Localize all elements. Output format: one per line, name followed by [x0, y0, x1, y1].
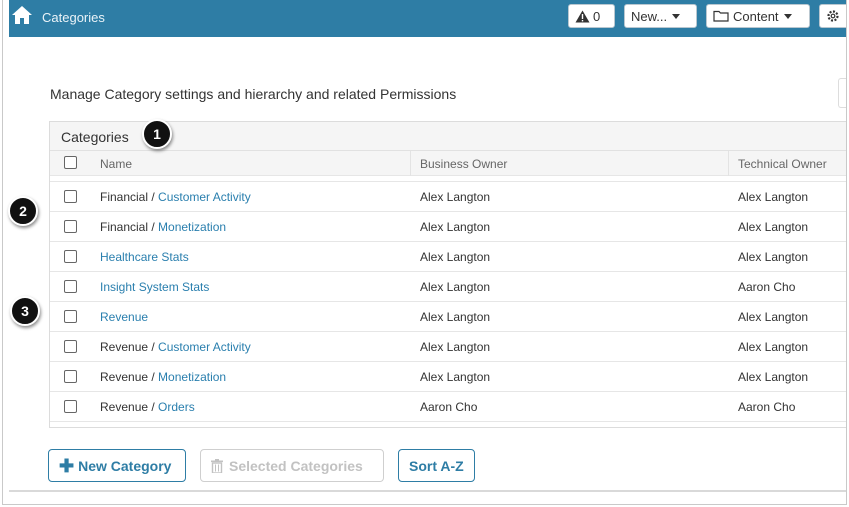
toolbar-button-partial[interactable]	[838, 78, 846, 108]
category-parent: Revenue /	[100, 400, 159, 414]
content-menu-button[interactable]: Content	[706, 4, 810, 28]
row-checkbox[interactable]	[64, 310, 77, 323]
business-owner-cell: Alex Langton	[420, 310, 491, 324]
category-link[interactable]: Insight System Stats	[100, 280, 209, 294]
business-owner-cell: Alex Langton	[420, 340, 491, 354]
table-row: Revenue Alex Langton Alex Langton	[50, 302, 846, 332]
table-row: Revenue / Customer Activity Alex Langton…	[50, 332, 846, 362]
table-row: Revenue / Monetization Alex Langton Alex…	[50, 362, 846, 392]
category-name-cell: Revenue / Orders	[100, 400, 195, 414]
category-parent: Financial /	[100, 220, 159, 234]
callout-badge-1: 1	[142, 119, 172, 149]
business-owner-cell: Alex Langton	[420, 280, 491, 294]
table-row: Revenue / Orders Aaron Cho Aaron Cho	[50, 392, 846, 422]
row-checkbox[interactable]	[64, 400, 77, 413]
column-divider	[410, 151, 411, 176]
row-checkbox[interactable]	[64, 280, 77, 293]
category-link[interactable]: Revenue	[100, 310, 148, 324]
row-checkbox[interactable]	[64, 370, 77, 383]
top-nav-bar: Categories 0 New... Content	[9, 0, 846, 37]
content-menu-label: Content	[733, 8, 779, 24]
callout-badge-2: 2	[8, 196, 38, 226]
table-row: Healthcare Stats Alex Langton Alex Langt…	[50, 242, 846, 272]
category-link[interactable]: Customer Activity	[158, 190, 251, 204]
selected-categories-button[interactable]: Selected Categories	[200, 449, 384, 482]
row-checkbox[interactable]	[64, 250, 77, 263]
technical-owner-cell: Alex Langton	[738, 370, 809, 384]
category-name-cell: Financial / Customer Activity	[100, 190, 251, 204]
column-header-technical-owner[interactable]: Technical Owner	[738, 157, 827, 171]
business-owner-cell: Alex Langton	[420, 370, 491, 384]
technical-owner-cell: Alex Langton	[738, 190, 809, 204]
category-name-cell: Healthcare Stats	[100, 250, 189, 264]
table-header: Name Business Owner Technical Owner	[50, 151, 846, 176]
technical-owner-cell: Alex Langton	[738, 220, 809, 234]
app-frame: Categories 0 New... Content Manage Categ…	[2, 0, 847, 505]
table-row: Financial / Monetization Alex Langton Al…	[50, 212, 846, 242]
callout-badge-3: 3	[10, 296, 40, 326]
category-link[interactable]: Monetization	[158, 220, 226, 234]
folder-icon	[713, 10, 729, 22]
plus-icon: ✚	[59, 455, 75, 476]
technical-owner-cell: Alex Langton	[738, 310, 809, 324]
chevron-down-icon	[783, 13, 792, 19]
category-parent: Revenue /	[100, 370, 159, 384]
sort-button[interactable]: Sort A-Z	[398, 449, 475, 482]
select-all-checkbox[interactable]	[64, 156, 77, 169]
column-divider	[728, 151, 729, 176]
category-name-cell: Revenue / Monetization	[100, 370, 226, 384]
new-category-label: New Category	[78, 457, 172, 474]
category-parent: Financial /	[100, 190, 159, 204]
settings-button[interactable]	[819, 4, 846, 28]
page-title: Categories	[42, 10, 105, 25]
gear-icon	[827, 10, 839, 22]
technical-owner-cell: Alex Langton	[738, 340, 809, 354]
category-parent: Revenue /	[100, 340, 159, 354]
category-link[interactable]: Healthcare Stats	[100, 250, 189, 264]
category-name-cell: Revenue / Customer Activity	[100, 340, 251, 354]
bottom-divider	[9, 490, 846, 492]
category-link[interactable]: Orders	[158, 400, 195, 414]
category-name-cell: Financial / Monetization	[100, 220, 226, 234]
new-menu-label: New...	[631, 8, 668, 24]
business-owner-cell: Aaron Cho	[420, 400, 478, 414]
home-icon[interactable]	[11, 4, 33, 26]
page-description: Manage Category settings and hierarchy a…	[50, 86, 457, 102]
business-owner-cell: Alex Langton	[420, 190, 491, 204]
technical-owner-cell: Aaron Cho	[738, 280, 796, 294]
table-row: Financial / Customer Activity Alex Langt…	[50, 182, 846, 212]
new-category-button[interactable]: ✚ New Category	[48, 449, 186, 482]
column-header-name[interactable]: Name	[100, 157, 132, 171]
table-row: Insight System Stats Alex Langton Aaron …	[50, 272, 846, 302]
technical-owner-cell: Alex Langton	[738, 250, 809, 264]
row-checkbox[interactable]	[64, 220, 77, 233]
category-link[interactable]: Monetization	[158, 370, 226, 384]
selected-categories-label: Selected Categories	[229, 457, 363, 474]
alerts-button[interactable]: 0	[568, 4, 615, 28]
category-name-cell: Revenue	[100, 310, 148, 324]
row-checkbox[interactable]	[64, 340, 77, 353]
category-link[interactable]: Customer Activity	[158, 340, 251, 354]
sort-label: Sort A-Z	[409, 457, 464, 474]
alerts-count: 0	[593, 8, 601, 24]
business-owner-cell: Alex Langton	[420, 220, 491, 234]
column-header-business-owner[interactable]: Business Owner	[420, 157, 507, 171]
trash-icon	[211, 458, 223, 473]
category-name-cell: Insight System Stats	[100, 280, 209, 294]
row-checkbox[interactable]	[64, 190, 77, 203]
warning-icon	[575, 10, 590, 22]
business-owner-cell: Alex Langton	[420, 250, 491, 264]
categories-panel: Categories Name Business Owner Technical…	[49, 121, 846, 428]
technical-owner-cell: Aaron Cho	[738, 400, 796, 414]
panel-title: Categories	[61, 129, 129, 145]
new-menu-button[interactable]: New...	[624, 4, 697, 28]
chevron-down-icon	[672, 13, 681, 19]
